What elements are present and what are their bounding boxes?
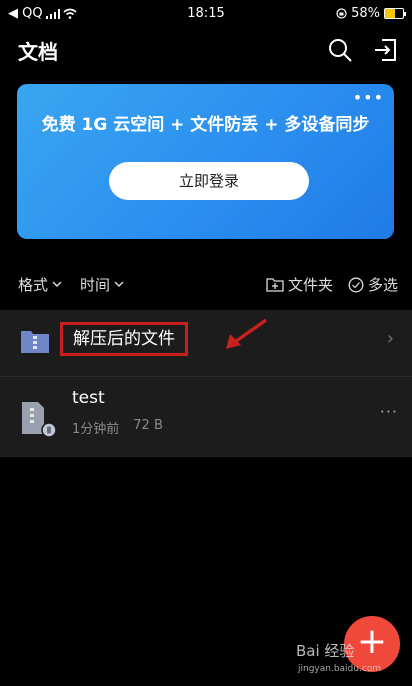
chevron-down-icon (52, 281, 62, 287)
multi-select-label: 多选 (368, 276, 399, 294)
file-modified: 1分钟前 (72, 422, 120, 437)
file-meta: 1分钟前 72 B (72, 418, 163, 437)
new-folder-label: 文件夹 (288, 276, 334, 294)
file-name: test (72, 388, 105, 408)
file-list: 解压后的文件 › test 1分钟前 72 B ··· (0, 310, 412, 457)
new-folder-button[interactable]: 文件夹 (266, 274, 333, 295)
time-label: 时间 (80, 276, 111, 294)
chevron-down-icon (114, 281, 124, 287)
chevron-right-icon: › (386, 328, 394, 349)
status-bar: ◀ QQ 18:15 58% (0, 0, 412, 28)
banner-text: 免费 1G 云空间 + 文件防丢 + 多设备同步 (41, 115, 370, 135)
time-sort[interactable]: 时间 (80, 274, 124, 295)
baidu-watermark: Bai 经验 (296, 642, 355, 660)
folder-name: 解压后的文件 (60, 322, 188, 356)
zip-folder-icon (21, 331, 49, 353)
promo-banner[interactable]: ••• 免费 1G 云空间 + 文件防丢 + 多设备同步 立即登录 (17, 84, 394, 239)
more-options-icon[interactable]: ··· (380, 402, 398, 421)
divider (0, 376, 412, 377)
battery-percent: 58% (351, 6, 380, 21)
red-arrow-annotation (226, 318, 268, 349)
nav-bar: 文档 (0, 28, 412, 74)
status-right: 58% (336, 6, 406, 21)
list-item-file[interactable]: test 1分钟前 72 B ··· (0, 380, 412, 452)
sort-toolbar: 格式 时间 文件夹 多选 (0, 270, 412, 298)
rotation-lock-icon (336, 8, 347, 19)
format-label: 格式 (18, 276, 49, 294)
battery-level (385, 9, 396, 18)
sign-in-icon[interactable] (372, 36, 400, 64)
zip-file-icon (22, 402, 57, 438)
banner-more-icon[interactable]: ••• (353, 88, 384, 107)
add-folder-icon (266, 278, 284, 292)
baidu-watermark-url: jingyan.baidu.com (298, 664, 382, 674)
login-button[interactable]: 立即登录 (109, 162, 309, 200)
list-item-folder[interactable]: 解压后的文件 › (0, 310, 412, 372)
file-size: 72 B (133, 418, 163, 433)
search-icon[interactable] (326, 36, 354, 64)
multi-select-button[interactable]: 多选 (348, 274, 398, 295)
battery-icon (384, 8, 406, 19)
check-circle-icon (348, 277, 364, 292)
format-filter[interactable]: 格式 (18, 274, 62, 295)
page-title: 文档 (18, 40, 58, 64)
